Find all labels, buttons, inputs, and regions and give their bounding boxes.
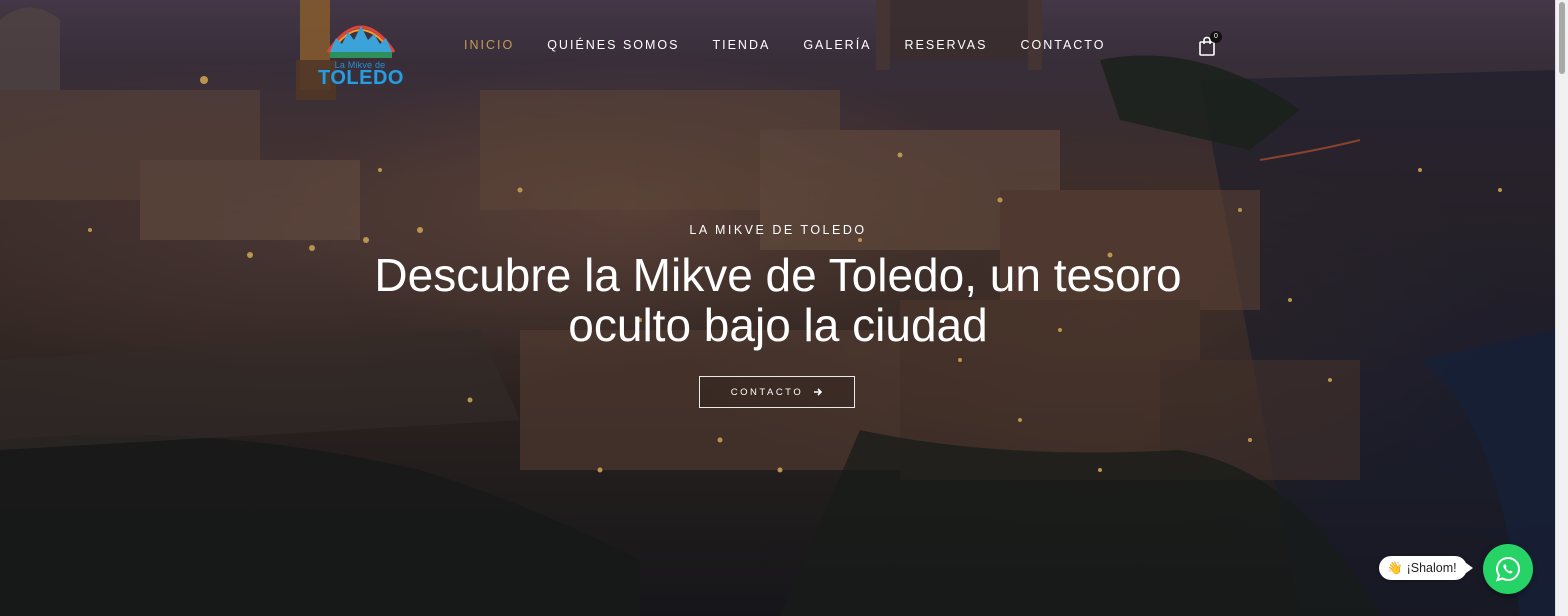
cart-count-badge: 0: [1210, 31, 1222, 43]
site-logo[interactable]: La Mikve de TOLEDO: [318, 8, 404, 89]
whatsapp-icon: [1495, 556, 1520, 582]
hero-headline: Descubre la Mikve de Toledo, un tesoro o…: [374, 249, 1182, 351]
hero-eyebrow: LA MIKVE DE TOLEDO: [689, 223, 867, 237]
page-scrollbar[interactable]: [1555, 0, 1568, 616]
nav-item-inicio[interactable]: INICIO: [464, 38, 514, 56]
logo-emblem-icon: [326, 25, 396, 58]
arrow-right-icon: [814, 388, 823, 396]
cta-label: CONTACTO: [730, 386, 804, 398]
scrollbar-thumb[interactable]: [1559, 2, 1565, 74]
nav-item-quienes-somos[interactable]: QUIÉNES SOMOS: [547, 38, 679, 56]
wave-emoji-icon: 👋: [1387, 560, 1403, 575]
main-nav: INICIO QUIÉNES SOMOS TIENDA GALERÍA RESE…: [464, 38, 1138, 56]
whatsapp-greeting-bubble[interactable]: 👋 ¡Shalom!: [1379, 556, 1473, 580]
nav-item-reservas[interactable]: RESERVAS: [905, 38, 988, 56]
contact-cta-button[interactable]: CONTACTO: [699, 376, 855, 408]
nav-item-contacto[interactable]: CONTACTO: [1020, 38, 1105, 56]
nav-item-galeria[interactable]: GALERÍA: [803, 38, 871, 56]
whatsapp-greeting-text: ¡Shalom!: [1406, 561, 1457, 575]
nav-item-tienda[interactable]: TIENDA: [712, 38, 770, 56]
logo-title: TOLEDO: [318, 67, 404, 89]
whatsapp-chat-button[interactable]: [1483, 544, 1533, 594]
